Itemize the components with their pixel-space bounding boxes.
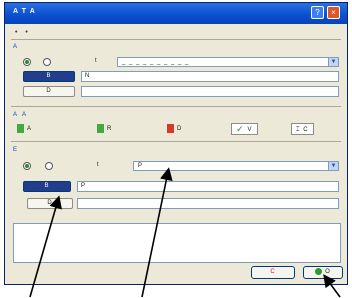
- arrow-to-ok-button: [323, 274, 341, 298]
- arrow-to-combo-box: [141, 167, 173, 298]
- arrow-to-browse-button: [29, 195, 62, 298]
- annotation-arrows: [29, 167, 341, 298]
